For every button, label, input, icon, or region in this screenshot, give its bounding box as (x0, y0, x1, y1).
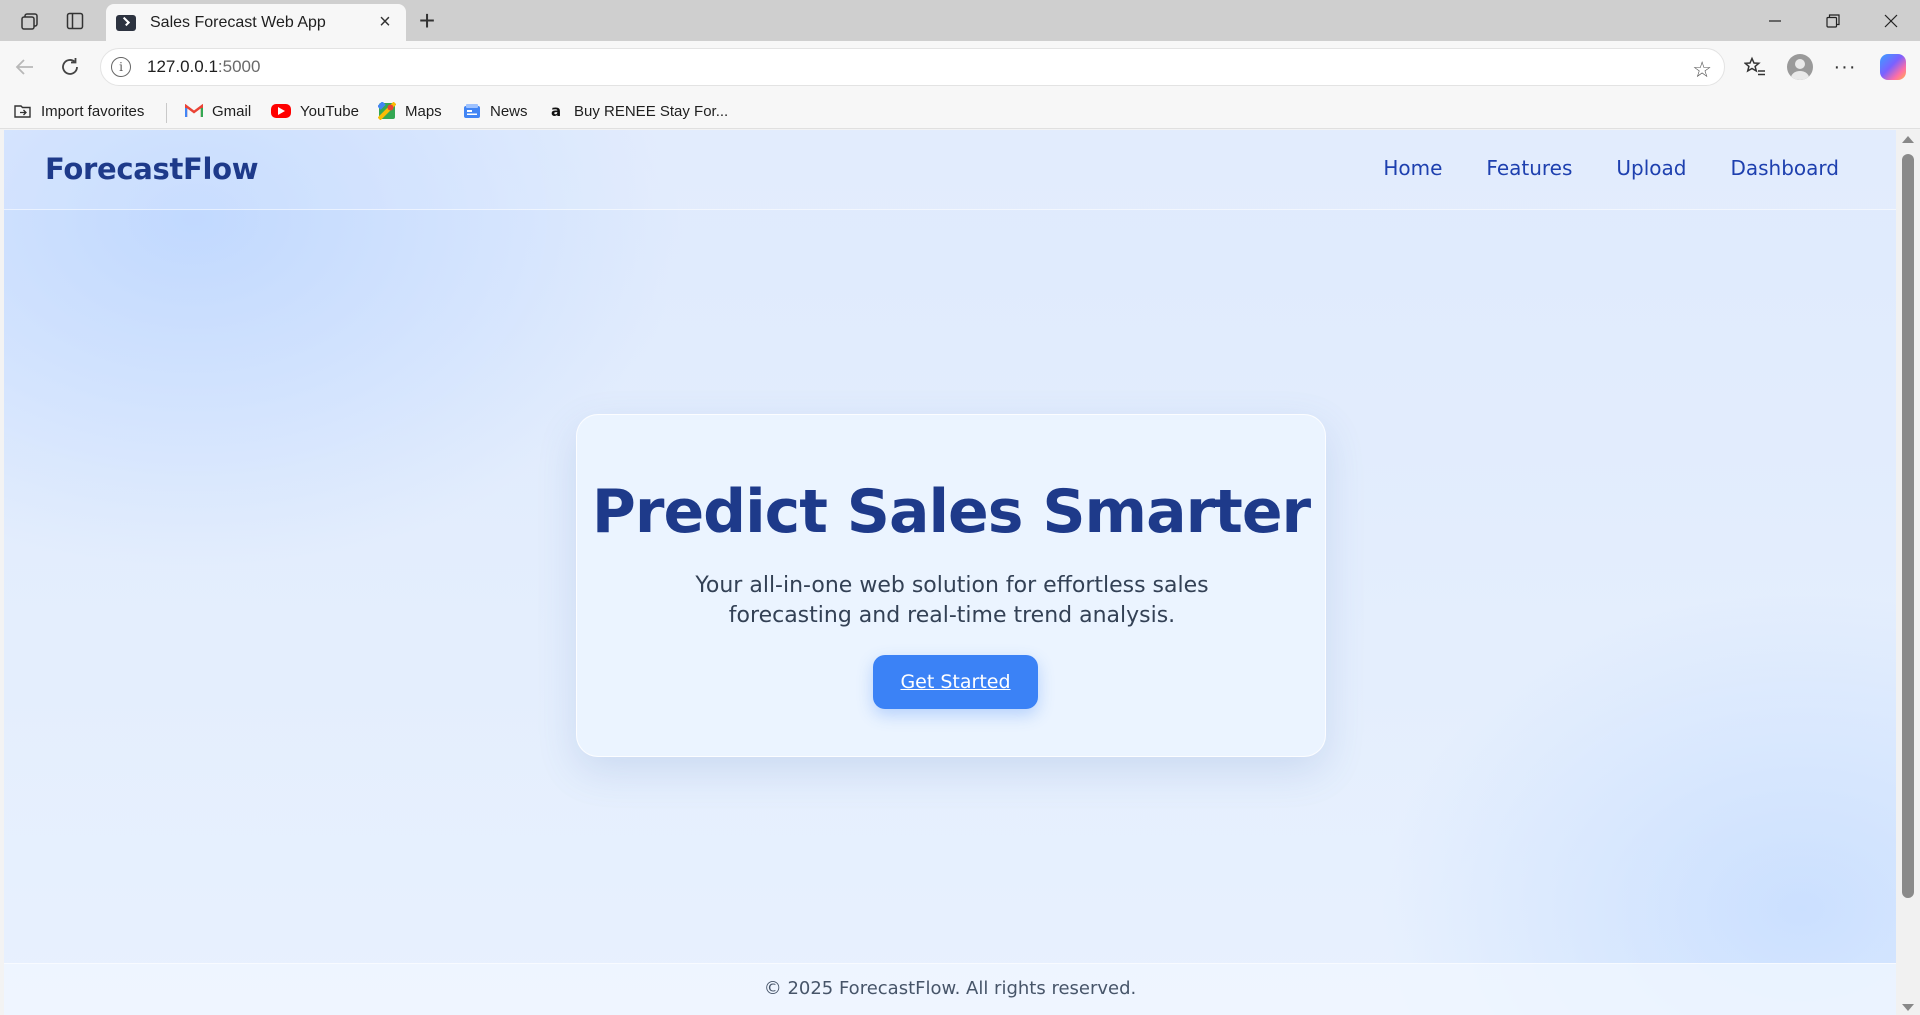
refresh-icon[interactable] (55, 52, 85, 82)
favorite-star-icon[interactable]: ☆ (1692, 57, 1712, 83)
site-footer: © 2025 ForecastFlow. All rights reserved… (4, 963, 1896, 1015)
site-info-icon[interactable]: i (111, 57, 131, 77)
tab-strip: Sales Forecast Web App × + (0, 0, 1920, 41)
back-arrow-icon[interactable] (10, 52, 40, 82)
bookmarks-separator (166, 103, 167, 123)
address-bar[interactable]: i 127.0.0.1:5000 ☆ (100, 48, 1725, 86)
nav-link-features[interactable]: Features (1486, 156, 1572, 180)
bookmark-gmail[interactable]: Gmail (185, 100, 251, 122)
active-tab[interactable]: Sales Forecast Web App × (106, 4, 406, 41)
bookmark-news[interactable]: News (463, 100, 528, 122)
scroll-down-icon[interactable] (1902, 1004, 1914, 1011)
bookmarks-bar: Import favorites Gmail YouTube Maps News… (0, 93, 1920, 129)
restore-icon[interactable] (1804, 0, 1862, 41)
main-nav: Home Features Upload Dashboard (1383, 156, 1839, 180)
terminal-favicon-icon (116, 14, 136, 31)
nav-link-home[interactable]: Home (1383, 156, 1442, 180)
nav-link-upload[interactable]: Upload (1616, 156, 1686, 180)
vertical-tabs-icon[interactable] (61, 8, 89, 34)
address-toolbar: i 127.0.0.1:5000 ☆ ··· (0, 41, 1920, 93)
amazon-icon: a (550, 102, 562, 120)
hero-subtitle: Your all-in-one web solution for effortl… (695, 573, 1209, 628)
new-tab-icon[interactable]: + (412, 5, 442, 36)
page-scrollbar[interactable] (1896, 130, 1920, 1015)
tab-title: Sales Forecast Web App (150, 13, 326, 31)
bookmark-import-favorites[interactable]: Import favorites (14, 100, 144, 122)
close-window-icon[interactable] (1862, 0, 1920, 41)
news-icon (463, 103, 481, 119)
maps-icon (378, 102, 396, 120)
url-text: 127.0.0.1:5000 (147, 57, 261, 76)
bookmark-youtube[interactable]: YouTube (271, 100, 359, 122)
footer-copyright: © 2025 ForecastFlow. All rights reserved… (763, 978, 1137, 999)
hero-title: Predict Sales Smarter (591, 477, 1311, 547)
youtube-icon (271, 104, 291, 118)
workspaces-icon[interactable] (16, 8, 44, 34)
hero-card: Predict Sales Smarter Your all-in-one we… (576, 414, 1326, 757)
profile-avatar-icon[interactable] (1783, 50, 1817, 84)
import-favorites-icon (14, 103, 32, 119)
bookmark-maps[interactable]: Maps (378, 100, 442, 122)
favorites-list-icon[interactable] (1738, 50, 1772, 84)
minimize-icon[interactable] (1746, 0, 1804, 41)
gmail-icon (185, 103, 203, 119)
brand-logo[interactable]: ForecastFlow (45, 152, 259, 186)
close-tab-icon[interactable]: × (374, 11, 396, 34)
scroll-up-icon[interactable] (1902, 136, 1914, 143)
copilot-icon[interactable] (1876, 50, 1910, 84)
page-viewport: ForecastFlow Home Features Upload Dashbo… (4, 130, 1896, 1015)
scrollbar-thumb[interactable] (1902, 154, 1914, 898)
nav-link-dashboard[interactable]: Dashboard (1730, 156, 1839, 180)
bookmark-amazon[interactable]: a Buy RENEE Stay For... (547, 100, 728, 122)
get-started-button[interactable]: Get Started (873, 655, 1038, 709)
more-options-icon[interactable]: ··· (1828, 50, 1862, 84)
site-header: ForecastFlow Home Features Upload Dashbo… (4, 130, 1896, 210)
